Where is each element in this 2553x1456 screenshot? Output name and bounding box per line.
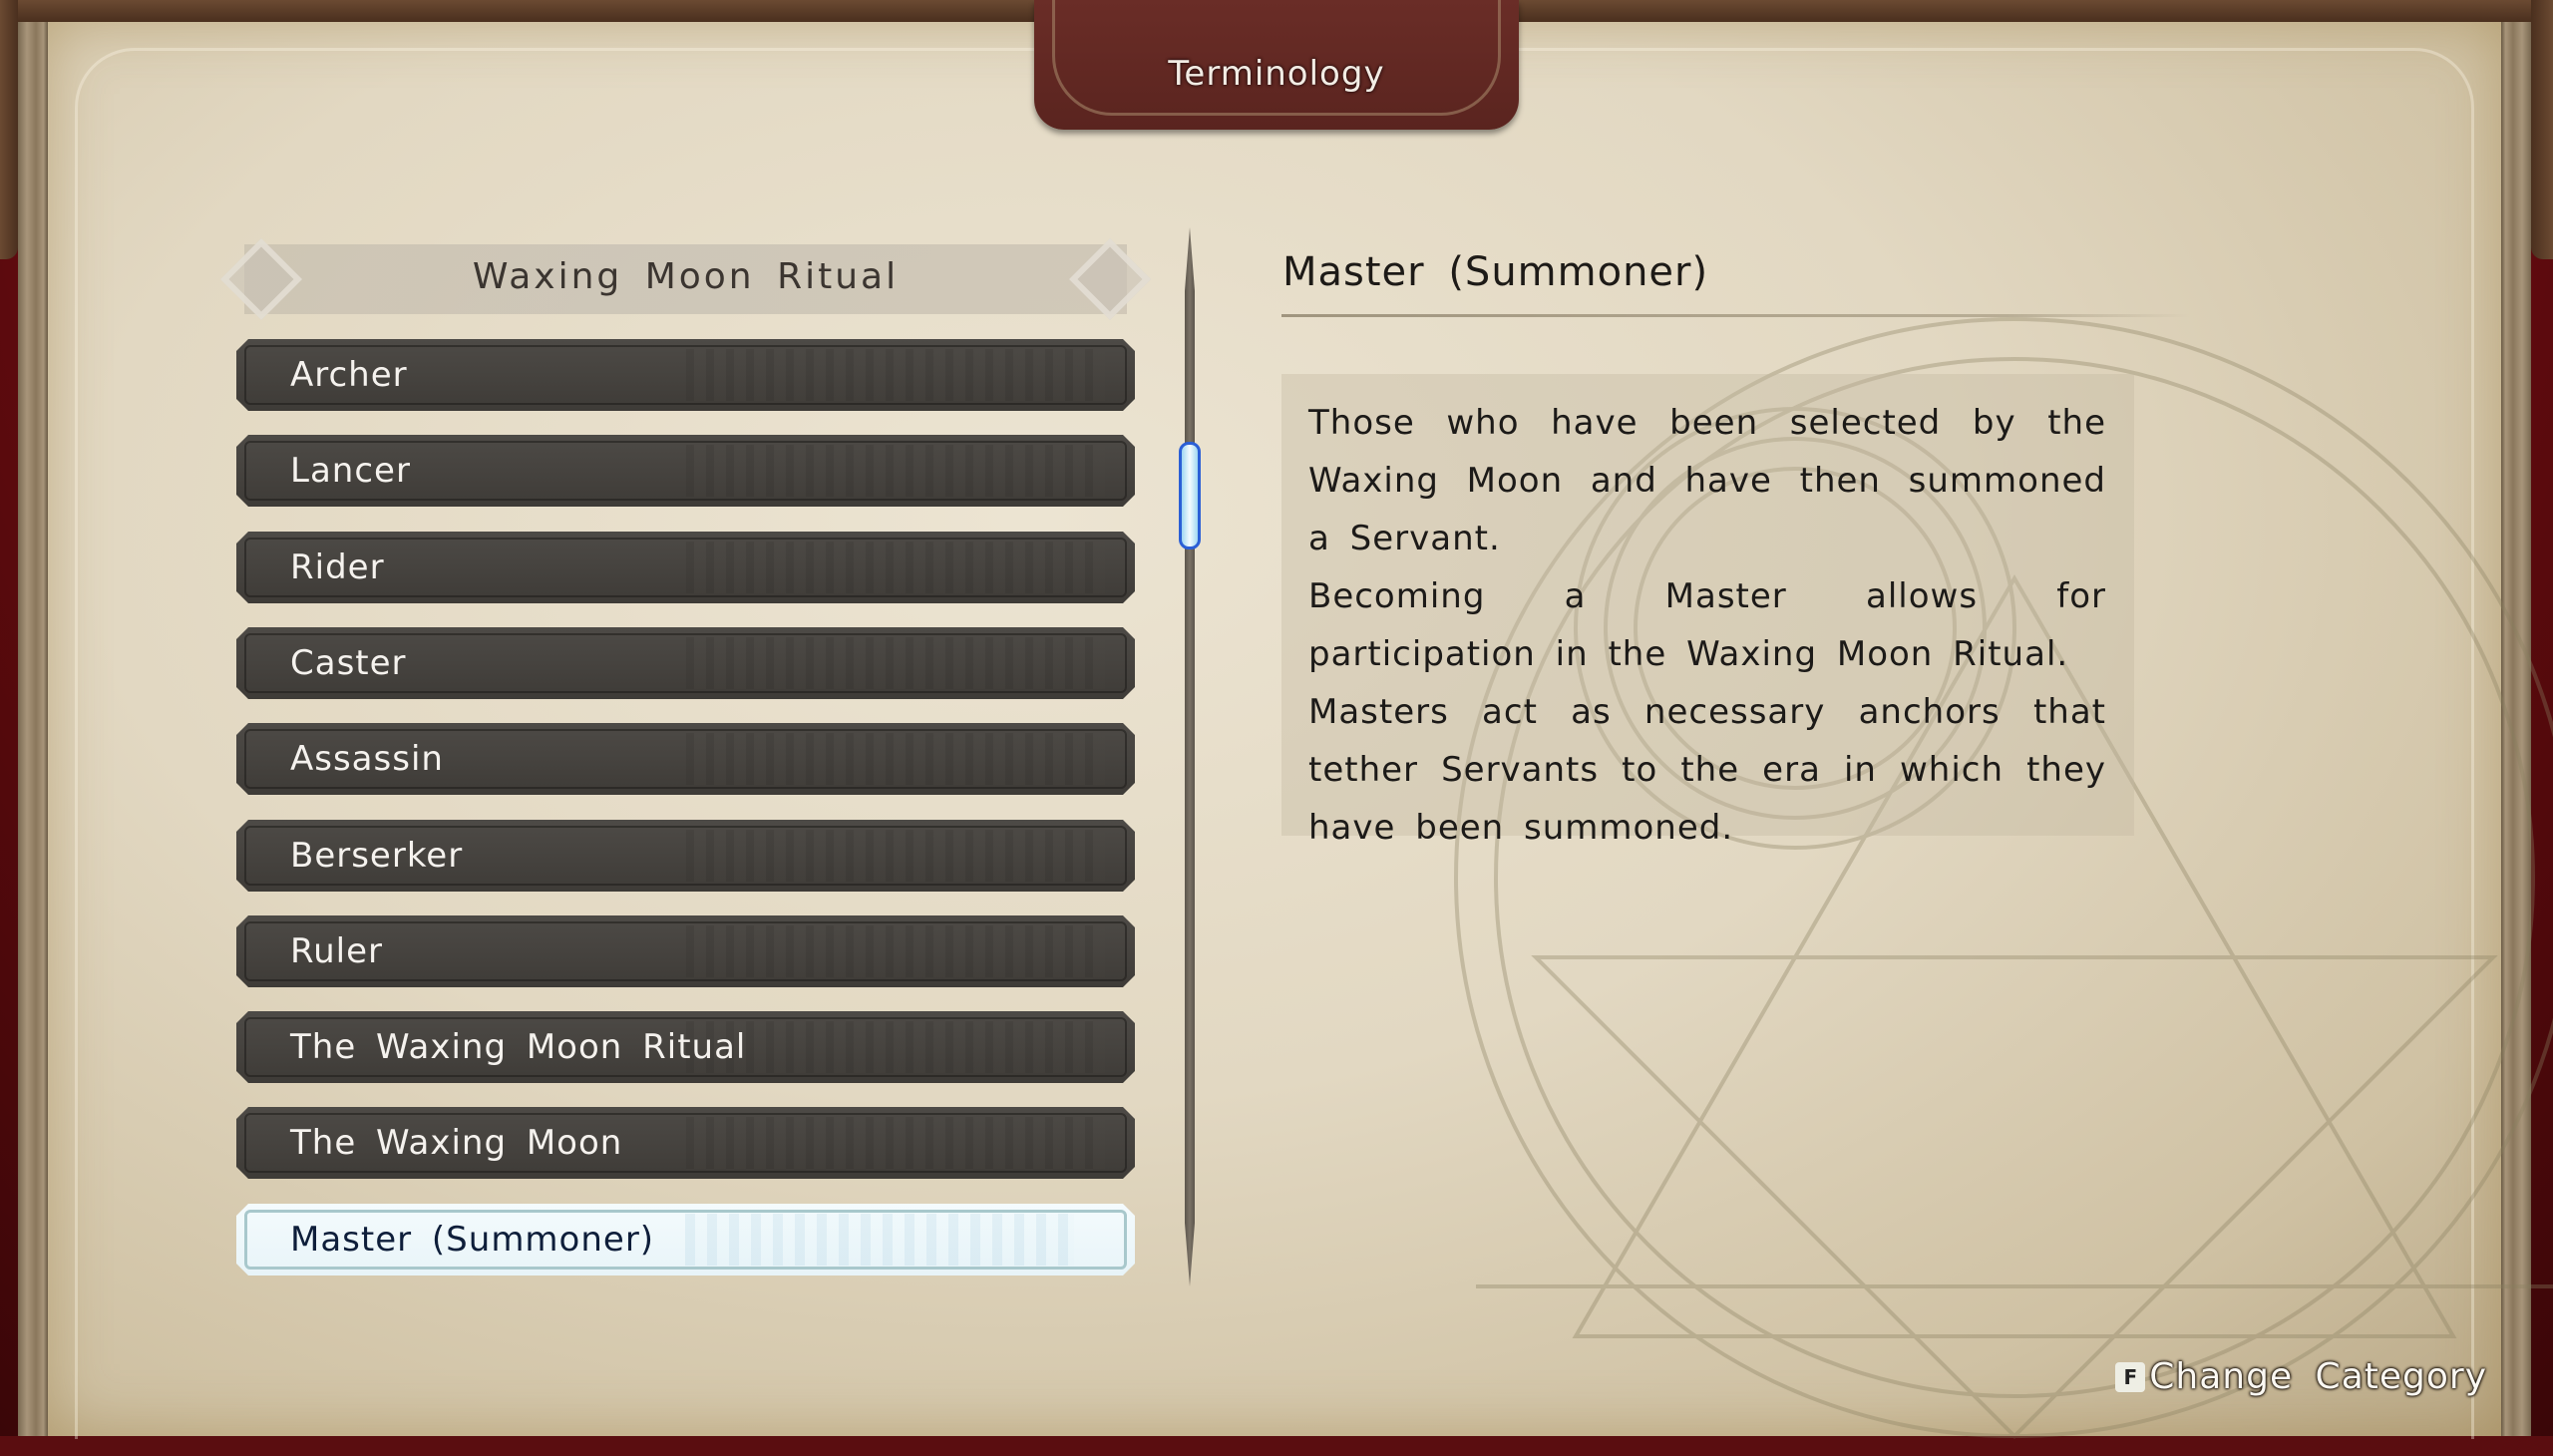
list-item-label: Lancer — [290, 451, 411, 491]
description-text: Those who have been selected by the Waxi… — [1308, 394, 2106, 857]
detail-title: Master (Summoner) — [1282, 249, 1709, 295]
detail-divider — [1281, 314, 2189, 317]
list-item-label: Master (Summoner) — [290, 1220, 655, 1260]
list-item-label: The Waxing Moon — [290, 1123, 623, 1163]
scrollbar-thumb[interactable] — [1179, 442, 1201, 549]
scrollbar-track[interactable] — [1185, 227, 1195, 1286]
list-item-label: Berserker — [290, 836, 464, 876]
list-item-label: Caster — [290, 643, 407, 683]
change-category-label: Change Category — [2149, 1356, 2487, 1397]
list-item-label: Assassin — [290, 739, 444, 779]
list-item-selected[interactable]: Master (Summoner) — [236, 1204, 1135, 1275]
window-title: Terminology — [1168, 54, 1385, 94]
description-paragraph: Those who have been selected by the Waxi… — [1308, 403, 2106, 558]
list-item[interactable]: Assassin — [236, 723, 1135, 795]
frame-ornament-right — [2531, 0, 2553, 259]
list-item-label: Rider — [290, 547, 385, 587]
list-item[interactable]: Lancer — [236, 435, 1135, 507]
description-paragraph: Masters act as necessary anchors that te… — [1308, 692, 2106, 848]
frame-ornament-left — [0, 0, 18, 259]
list-item[interactable]: Caster — [236, 627, 1135, 699]
list-item[interactable]: The Waxing Moon — [236, 1107, 1135, 1179]
list-item-label: Archer — [290, 355, 408, 395]
book-spine-right — [2501, 22, 2531, 1436]
category-header: Waxing Moon Ritual — [219, 237, 1152, 321]
change-category-button[interactable]: F Change Category — [2115, 1356, 2487, 1397]
description-paragraph: Becoming a Master allows for participati… — [1308, 576, 2106, 674]
window-title-tab: Terminology — [1034, 0, 1519, 130]
list-item[interactable]: Berserker — [236, 820, 1135, 892]
list-item-label: Ruler — [290, 931, 383, 971]
f-key-icon: F — [2115, 1361, 2146, 1392]
list-item[interactable]: The Waxing Moon Ritual — [236, 1011, 1135, 1083]
list-item-label: The Waxing Moon Ritual — [290, 1027, 747, 1067]
category-label: Waxing Moon Ritual — [472, 256, 900, 297]
list-item[interactable]: Archer — [236, 339, 1135, 411]
book-spine-left — [18, 22, 48, 1436]
list-item[interactable]: Rider — [236, 532, 1135, 603]
list-item[interactable]: Ruler — [236, 915, 1135, 987]
